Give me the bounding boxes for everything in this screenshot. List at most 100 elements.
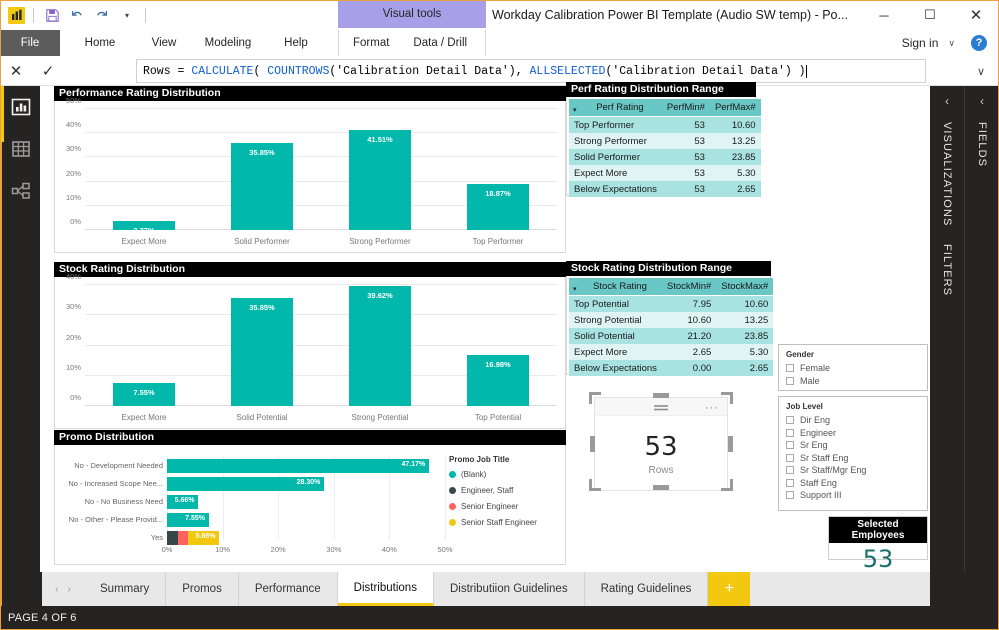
chart-legend[interactable]: Promo Job Title (Blank) Engineer, Staff Se… bbox=[449, 455, 561, 534]
maximize-button[interactable]: ☐ bbox=[907, 0, 953, 30]
checkbox[interactable] bbox=[786, 416, 794, 424]
slicer-job-level[interactable]: Job Level Dir Eng Engineer Sr Eng Sr Staff … bbox=[778, 396, 928, 511]
slicer-item[interactable]: Male bbox=[786, 376, 920, 386]
bar-row[interactable]: No - No Business Need 5.66% bbox=[85, 495, 445, 509]
ribbon-tab-view[interactable]: View bbox=[140, 30, 188, 56]
slicer-item[interactable]: Sr Eng bbox=[786, 440, 920, 450]
pane-visualizations-filters[interactable]: ‹ VISUALIZATIONS FILTERS bbox=[930, 86, 964, 572]
more-options-icon[interactable]: ··· bbox=[705, 402, 719, 414]
report-canvas[interactable]: Performance Rating Distribution 0% 10% 20%… bbox=[42, 82, 930, 573]
x-axis-category-label[interactable]: Solid Potential bbox=[203, 413, 321, 422]
customize-caret-icon[interactable]: ▾ bbox=[117, 5, 137, 25]
x-axis-category-label[interactable]: Solid Performer bbox=[203, 237, 321, 246]
ribbon-tab-modeling[interactable]: Modeling bbox=[196, 30, 260, 56]
page-tab-summary[interactable]: Summary bbox=[84, 572, 167, 606]
checkbox[interactable] bbox=[786, 478, 794, 487]
slicer-item[interactable]: Female bbox=[786, 363, 920, 373]
column-header[interactable]: PerfMin# bbox=[661, 99, 710, 117]
table-row[interactable]: Top Performer 53 10.60 bbox=[569, 116, 761, 133]
redo-icon[interactable] bbox=[92, 5, 112, 25]
bar[interactable]: 35.85% bbox=[231, 143, 293, 230]
visual-perf-rating-range-table[interactable]: Perf Rating Distribution Range Perf Rati… bbox=[566, 82, 761, 197]
chevron-down-icon[interactable]: ∨ bbox=[948, 38, 955, 49]
bar-row[interactable]: Yes 5.66% bbox=[151, 531, 445, 545]
checkbox[interactable] bbox=[786, 441, 794, 449]
handle-middle-right[interactable] bbox=[728, 436, 733, 452]
checkbox[interactable] bbox=[786, 376, 794, 385]
visual-selected-employees-card[interactable]: Selected Employees 53 bbox=[828, 516, 928, 573]
x-axis-category-label[interactable]: Top Performer bbox=[439, 237, 557, 246]
bar-row[interactable]: No - Other - Please Provid... 7.55% bbox=[69, 513, 445, 527]
sort-caret-icon[interactable]: ▾ bbox=[573, 285, 577, 293]
chevron-left-icon[interactable]: ‹ bbox=[980, 94, 984, 108]
visual-performance-rating-distribution[interactable]: Performance Rating Distribution 0% 10% 20%… bbox=[54, 86, 566, 253]
chevron-left-icon[interactable]: ‹ bbox=[945, 94, 949, 108]
table-row[interactable]: Solid Potential 21.20 23.85 bbox=[569, 328, 774, 344]
x-axis-category-label[interactable]: Strong Potential bbox=[321, 413, 439, 422]
pane-label-filters[interactable]: FILTERS bbox=[941, 244, 953, 296]
legend-item[interactable]: Engineer, Staff bbox=[449, 486, 561, 495]
x-axis-category-label[interactable]: Strong Performer bbox=[321, 237, 439, 246]
model-view-icon[interactable] bbox=[10, 180, 32, 202]
legend-item[interactable]: Senior Engineer bbox=[449, 502, 561, 511]
x-axis-category-label[interactable]: Expect More bbox=[85, 413, 203, 422]
save-icon[interactable] bbox=[42, 5, 62, 25]
page-tab-rating-guidelines[interactable]: Rating Guidelines bbox=[584, 572, 709, 606]
ribbon-tab-help[interactable]: Help bbox=[272, 30, 320, 56]
page-tab-performance[interactable]: Performance bbox=[238, 572, 338, 606]
page-tab-promos[interactable]: Promos bbox=[166, 572, 239, 606]
help-icon[interactable]: ? bbox=[971, 35, 987, 51]
checkbox[interactable] bbox=[786, 491, 794, 499]
pane-label-fields[interactable]: FIELDS bbox=[976, 122, 988, 167]
bar[interactable]: 18.87% bbox=[467, 184, 529, 230]
handle-bottom-right[interactable] bbox=[721, 479, 733, 491]
formula-expand-icon[interactable]: ∨ bbox=[969, 59, 993, 83]
table-row[interactable]: Solid Performer 53 23.85 bbox=[569, 149, 761, 165]
column-header[interactable]: StockMin# bbox=[661, 278, 717, 296]
category-label[interactable]: No - Other - Please Provid... bbox=[57, 513, 163, 527]
handle-middle-left[interactable] bbox=[590, 436, 595, 452]
slicer-item[interactable]: Engineer bbox=[786, 428, 920, 438]
column-header[interactable]: StockMax# bbox=[716, 278, 774, 296]
pane-label-visualizations[interactable]: VISUALIZATIONS bbox=[941, 122, 953, 226]
next-page-icon[interactable]: › bbox=[68, 584, 71, 595]
column-header[interactable]: Perf Rating ▾ bbox=[569, 99, 662, 117]
column-header[interactable]: PerfMax# bbox=[709, 99, 761, 117]
table-body[interactable]: Top Potential 7.95 10.60 Strong Potential 10… bbox=[569, 295, 774, 376]
report-view-icon[interactable] bbox=[10, 96, 32, 118]
perf-range-table[interactable]: Perf Rating ▾ PerfMin# PerfMax# Top Perform… bbox=[569, 99, 761, 197]
ribbon-tab-file[interactable]: File bbox=[0, 30, 60, 56]
bar[interactable]: 16.98% bbox=[467, 354, 529, 406]
column-header[interactable]: Stock Rating ▾ bbox=[569, 278, 662, 296]
formula-cancel-button[interactable]: ✕ bbox=[0, 56, 32, 86]
handle-top-center[interactable] bbox=[653, 393, 669, 398]
visual-rows-card[interactable]: ··· 53 Rows bbox=[594, 397, 728, 491]
formula-accept-button[interactable]: ✓ bbox=[32, 56, 64, 86]
slicer-item[interactable]: Support III bbox=[786, 490, 920, 500]
stock-range-table[interactable]: Stock Rating ▾ StockMin# StockMax# Top Pote… bbox=[569, 278, 774, 376]
table-row[interactable]: Below Expectations 0.00 2.65 bbox=[569, 360, 774, 376]
handle-top-right[interactable] bbox=[721, 392, 733, 404]
bar-row[interactable]: No - Development Needed 47.17% bbox=[74, 459, 445, 473]
stacked-bar-chart-promo[interactable]: 0% 10% 20% 30% 40% 50% No - Development Needed… bbox=[55, 445, 565, 564]
visual-stock-rating-distribution[interactable]: Stock Rating Distribution 0% 10% 20% 30% 40%… bbox=[54, 262, 566, 429]
column-chart-performance[interactable]: 0% 10% 20% 30% 40% 50% 3.77% Expect More 35.85% S… bbox=[55, 96, 565, 252]
column-chart-stock[interactable]: 0% 10% 20% 30% 40% 7.55% Expect More 35.85% Soli… bbox=[55, 272, 565, 428]
checkbox[interactable] bbox=[786, 453, 794, 462]
page-tab-distributions[interactable]: Distributions bbox=[337, 572, 434, 606]
bar[interactable]: 35.85% bbox=[231, 297, 293, 406]
data-view-icon[interactable] bbox=[10, 138, 32, 160]
table-row[interactable]: Below Expectations 53 2.65 bbox=[569, 181, 761, 197]
close-button[interactable]: ✕ bbox=[953, 0, 999, 30]
slicer-item[interactable]: Sr Staff/Mgr Eng bbox=[786, 465, 920, 475]
x-axis-category-label[interactable]: Expect More bbox=[85, 237, 203, 246]
table-row[interactable]: Strong Performer 53 13.25 bbox=[569, 133, 761, 149]
checkbox[interactable] bbox=[786, 364, 794, 372]
handle-bottom-center[interactable] bbox=[653, 485, 669, 490]
table-row[interactable]: Expect More 53 5.30 bbox=[569, 165, 761, 181]
bar[interactable]: 3.77% bbox=[113, 220, 175, 235]
ribbon-tab-format[interactable]: Format bbox=[353, 37, 389, 49]
add-page-button[interactable]: + bbox=[708, 572, 751, 606]
slicer-item[interactable]: Dir Eng bbox=[786, 415, 920, 425]
focus-mode-icon[interactable] bbox=[652, 403, 670, 414]
